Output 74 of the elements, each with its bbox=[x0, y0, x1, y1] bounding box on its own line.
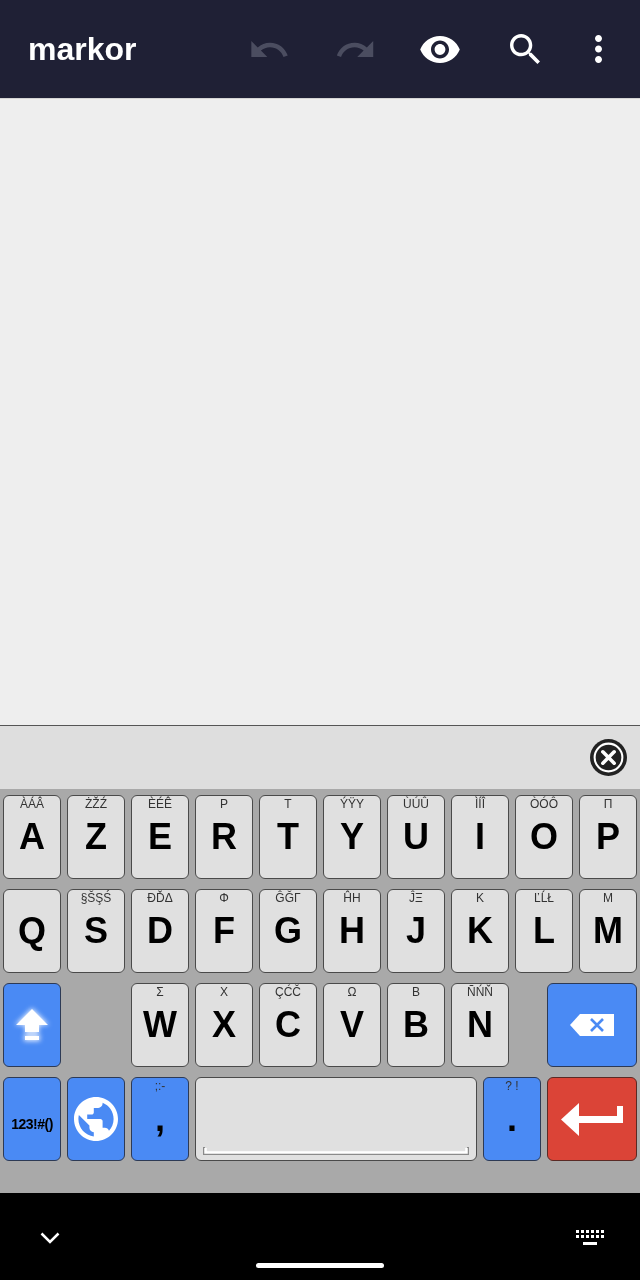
accent-hint: Ρ bbox=[220, 797, 228, 811]
space-key[interactable] bbox=[195, 1077, 477, 1161]
letter-key[interactable]: Q bbox=[3, 889, 61, 973]
globe-icon bbox=[74, 1097, 118, 1141]
letter-key[interactable]: ÑŃŇ N bbox=[451, 983, 509, 1067]
letter-key[interactable]: ÌÍÎ I bbox=[451, 795, 509, 879]
accent-hint: ÙÚÛ bbox=[403, 797, 429, 811]
letter-key[interactable]: Μ M bbox=[579, 889, 637, 973]
letter-key[interactable]: Ρ R bbox=[195, 795, 253, 879]
accent-hint: Κ bbox=[476, 891, 484, 905]
eye-icon[interactable] bbox=[420, 35, 460, 63]
letter-key[interactable]: ĐĎΔ D bbox=[131, 889, 189, 973]
accent-hint: ĤΗ bbox=[343, 891, 361, 905]
search-icon[interactable] bbox=[510, 34, 540, 64]
backspace-icon bbox=[570, 1014, 614, 1036]
accent-hint: Β bbox=[412, 985, 420, 999]
accent-hint: Μ bbox=[603, 891, 613, 905]
accent-hint: ÑŃŇ bbox=[467, 985, 493, 999]
letter-key[interactable]: Σ W bbox=[131, 983, 189, 1067]
punctuation-key[interactable]: ? ! . bbox=[483, 1077, 541, 1161]
accent-hint: ? ! bbox=[505, 1079, 519, 1093]
editor-field[interactable] bbox=[0, 98, 640, 725]
accent-hint: Φ bbox=[219, 891, 229, 905]
letter-key[interactable]: ÝŸΥ Y bbox=[323, 795, 381, 879]
letter-key[interactable]: ŻŽŹ Z bbox=[67, 795, 125, 879]
shift-key[interactable] bbox=[3, 983, 61, 1067]
more-icon[interactable] bbox=[594, 35, 602, 63]
backspace-key[interactable] bbox=[547, 983, 637, 1067]
language-key[interactable] bbox=[67, 1077, 125, 1161]
letter-key[interactable]: ÙÚÛ U bbox=[387, 795, 445, 879]
accent-hint: ĽĹŁ bbox=[534, 891, 554, 905]
letter-key[interactable]: §ŠŞŚ S bbox=[67, 889, 125, 973]
accent-hint: ÀÁÂ bbox=[20, 797, 44, 811]
enter-arrow-icon bbox=[561, 1102, 623, 1136]
letter-key[interactable]: Ω V bbox=[323, 983, 381, 1067]
letter-key[interactable]: ĴΞ J bbox=[387, 889, 445, 973]
close-icon[interactable] bbox=[590, 739, 627, 776]
enter-key[interactable] bbox=[547, 1077, 637, 1161]
letter-key[interactable]: ÀÁÂ A bbox=[3, 795, 61, 879]
accent-hint: Χ bbox=[220, 985, 228, 999]
accent-hint: ŻŽŹ bbox=[85, 797, 107, 811]
accent-hint: ĜĞΓ bbox=[275, 891, 301, 905]
app-title: markor bbox=[28, 30, 137, 69]
letter-key[interactable]: Τ T bbox=[259, 795, 317, 879]
chevron-down-icon[interactable] bbox=[40, 1232, 60, 1244]
accent-hint: §ŠŞŚ bbox=[80, 891, 112, 905]
accent-hint: ÌÍÎ bbox=[475, 797, 485, 811]
letter-key[interactable]: ÇĆČ C bbox=[259, 983, 317, 1067]
letter-key[interactable]: Φ F bbox=[195, 889, 253, 973]
punctuation-key[interactable]: ;:- , bbox=[131, 1077, 189, 1161]
letter-key[interactable]: ĽĹŁ L bbox=[515, 889, 573, 973]
letter-key[interactable]: Κ K bbox=[451, 889, 509, 973]
accent-hint: ÒÓÔ bbox=[530, 797, 558, 811]
accent-hint: ĐĎΔ bbox=[147, 891, 173, 905]
letter-key[interactable]: ÒÓÔ O bbox=[515, 795, 573, 879]
accent-hint: ;:- bbox=[154, 1079, 166, 1093]
symbols-key[interactable]: 123!#() bbox=[3, 1077, 61, 1161]
letter-key[interactable]: ĤΗ H bbox=[323, 889, 381, 973]
accent-hint: ÈÉÊ bbox=[148, 797, 172, 811]
accent-hint: ÝŸΥ bbox=[340, 797, 364, 811]
space-bar-icon bbox=[203, 1146, 469, 1156]
accent-hint: Σ bbox=[156, 985, 164, 999]
letter-key[interactable]: ĜĞΓ G bbox=[259, 889, 317, 973]
accent-hint: Τ bbox=[284, 797, 292, 811]
letter-key[interactable]: Π P bbox=[579, 795, 637, 879]
accent-hint: ÇĆČ bbox=[275, 985, 301, 999]
letter-key[interactable]: Β B bbox=[387, 983, 445, 1067]
keyboard-icon[interactable] bbox=[576, 1230, 604, 1246]
accent-hint: Π bbox=[603, 797, 613, 811]
accent-hint: Ω bbox=[347, 985, 357, 999]
letter-key[interactable]: ÈÉÊ E bbox=[131, 795, 189, 879]
accent-hint: ĴΞ bbox=[409, 891, 423, 905]
home-handle[interactable] bbox=[256, 1263, 384, 1268]
letter-key[interactable]: Χ X bbox=[195, 983, 253, 1067]
